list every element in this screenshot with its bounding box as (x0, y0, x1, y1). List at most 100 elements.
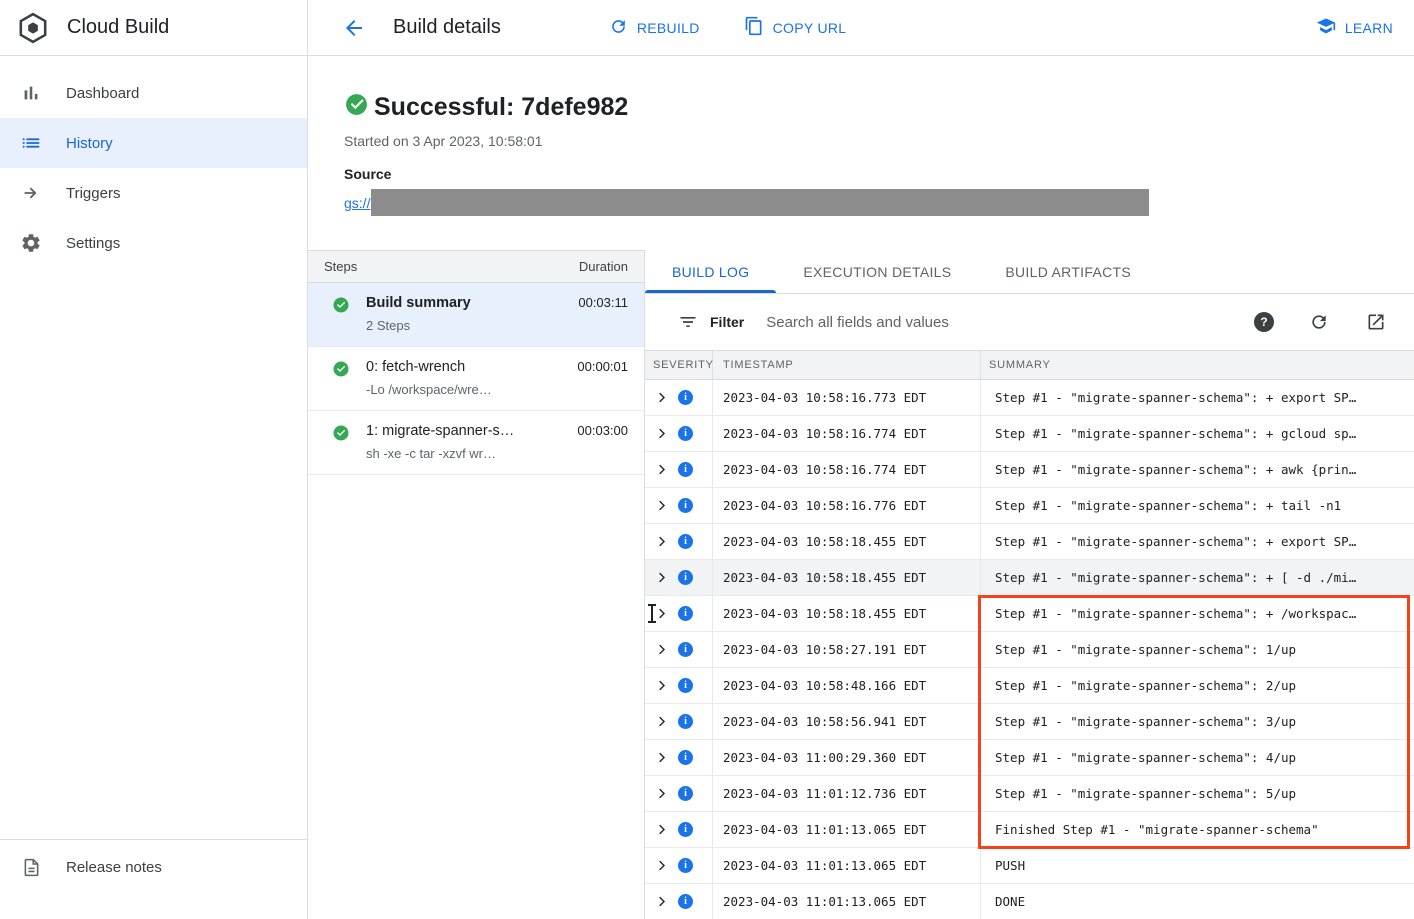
build-status-title: Successful: 7defe982 (374, 93, 628, 122)
log-summary: Finished Step #1 - "migrate-spanner-sche… (981, 812, 1414, 847)
expand-chevron-icon[interactable] (654, 498, 669, 513)
expand-chevron-icon[interactable] (654, 678, 669, 693)
sidebar-nav: Dashboard History Triggers (0, 56, 307, 268)
learn-button[interactable]: LEARN (1316, 16, 1393, 39)
info-severity-icon: i (678, 678, 693, 693)
info-severity-icon: i (678, 822, 693, 837)
log-timestamp: 2023-04-03 10:58:48.166 EDT (713, 668, 981, 703)
redacted-source-bar (371, 189, 1149, 216)
log-row[interactable]: i2023-04-03 10:58:56.941 EDTStep #1 - "m… (645, 704, 1414, 740)
log-row[interactable]: i2023-04-03 10:58:27.191 EDTStep #1 - "m… (645, 632, 1414, 668)
rebuild-button[interactable]: REBUILD (609, 17, 700, 39)
sidebar-item-dashboard[interactable]: Dashboard (0, 68, 307, 118)
copy-icon (744, 16, 764, 39)
log-summary: Step #1 - "migrate-spanner-schema": + gc… (981, 416, 1414, 451)
log-panel: BUILD LOG EXECUTION DETAILS BUILD ARTIFA… (645, 250, 1414, 919)
log-summary: Step #1 - "migrate-spanner-schema": 3/up (981, 704, 1414, 739)
sidebar-item-release-notes[interactable]: Release notes (0, 839, 307, 895)
expand-chevron-icon[interactable] (654, 426, 669, 441)
log-timestamp: 2023-04-03 11:00:29.360 EDT (713, 740, 981, 775)
log-row[interactable]: i2023-04-03 10:58:18.455 EDTStep #1 - "m… (645, 596, 1414, 632)
step-row-migrate-spanner[interactable]: 1: migrate-spanner-s… sh -xe -c tar -xzv… (308, 411, 644, 475)
log-row[interactable]: i2023-04-03 11:01:12.736 EDTStep #1 - "m… (645, 776, 1414, 812)
expand-chevron-icon[interactable] (654, 390, 669, 405)
expand-chevron-icon[interactable] (654, 858, 669, 873)
log-row[interactable]: i2023-04-03 10:58:16.774 EDTStep #1 - "m… (645, 416, 1414, 452)
log-row[interactable]: i2023-04-03 10:58:18.455 EDTStep #1 - "m… (645, 524, 1414, 560)
log-timestamp: 2023-04-03 10:58:56.941 EDT (713, 704, 981, 739)
sidebar-item-settings[interactable]: Settings (0, 218, 307, 268)
app-title: Cloud Build (67, 16, 169, 39)
summary-column-header: SUMMARY (981, 351, 1414, 379)
copy-url-button[interactable]: COPY URL (744, 16, 847, 39)
step-duration: 00:03:11 (578, 295, 628, 310)
step-row-fetch-wrench[interactable]: 0: fetch-wrench -Lo /workspace/wre… 00:0… (308, 347, 644, 411)
log-row[interactable]: i2023-04-03 11:01:13.065 EDTDONE (645, 884, 1414, 919)
sidebar-item-label: History (66, 135, 113, 152)
learn-label: LEARN (1345, 20, 1393, 36)
info-severity-icon: i (678, 570, 693, 585)
refresh-icon[interactable] (1307, 310, 1331, 334)
expand-chevron-icon[interactable] (654, 786, 669, 801)
open-in-new-icon[interactable] (1364, 310, 1388, 334)
expand-chevron-icon[interactable] (654, 462, 669, 477)
source-label: Source (344, 166, 1414, 182)
gear-icon (19, 231, 43, 255)
graduation-cap-icon (1316, 16, 1336, 39)
expand-chevron-icon[interactable] (654, 894, 669, 909)
log-summary: Step #1 - "migrate-spanner-schema": + /w… (981, 596, 1414, 631)
log-row[interactable]: i2023-04-03 10:58:16.776 EDTStep #1 - "m… (645, 488, 1414, 524)
info-severity-icon: i (678, 426, 693, 441)
expand-chevron-icon[interactable] (654, 606, 669, 621)
back-arrow-icon[interactable] (342, 16, 366, 40)
timestamp-column-header: TIMESTAMP (713, 351, 981, 379)
log-filter-bar: Filter ? (645, 294, 1414, 350)
log-summary: PUSH (981, 848, 1414, 883)
source-link[interactable]: gs:// (344, 195, 370, 211)
step-subtitle: sh -xe -c tar -xzvf wr… (366, 446, 514, 461)
tab-execution-details[interactable]: EXECUTION DETAILS (776, 250, 978, 293)
expand-chevron-icon[interactable] (654, 534, 669, 549)
release-notes-icon (19, 856, 43, 880)
expand-chevron-icon[interactable] (654, 570, 669, 585)
info-severity-icon: i (678, 894, 693, 909)
step-row-build-summary[interactable]: Build summary 2 Steps 00:03:11 (308, 283, 644, 347)
tab-build-artifacts[interactable]: BUILD ARTIFACTS (978, 250, 1158, 293)
release-notes-label: Release notes (66, 859, 162, 876)
expand-chevron-icon[interactable] (654, 750, 669, 765)
expand-chevron-icon[interactable] (654, 642, 669, 657)
filter-label: Filter (710, 314, 744, 330)
expand-chevron-icon[interactable] (654, 822, 669, 837)
detail-panels: Steps Duration Build summary 2 Steps 00:… (308, 250, 1414, 919)
steps-panel-header: Steps Duration (308, 250, 644, 283)
log-table: SEVERITY TIMESTAMP SUMMARY i2023-04-03 1… (645, 350, 1414, 919)
log-row[interactable]: i2023-04-03 10:58:18.455 EDTStep #1 - "m… (645, 560, 1414, 596)
info-severity-icon: i (678, 390, 693, 405)
help-icon[interactable]: ? (1254, 312, 1274, 332)
log-row[interactable]: i2023-04-03 10:58:48.166 EDTStep #1 - "m… (645, 668, 1414, 704)
log-table-header: SEVERITY TIMESTAMP SUMMARY (645, 350, 1414, 380)
log-timestamp: 2023-04-03 11:01:13.065 EDT (713, 812, 981, 847)
topbar: Build details REBUILD COPY URL (308, 0, 1414, 56)
history-icon (19, 131, 43, 155)
log-row[interactable]: i2023-04-03 11:00:29.360 EDTStep #1 - "m… (645, 740, 1414, 776)
log-row[interactable]: i2023-04-03 10:58:16.774 EDTStep #1 - "m… (645, 452, 1414, 488)
step-title: 0: fetch-wrench (366, 359, 492, 375)
sidebar-item-history[interactable]: History (0, 118, 307, 168)
step-subtitle: 2 Steps (366, 318, 471, 333)
log-summary: Step #1 - "migrate-spanner-schema": 1/up (981, 632, 1414, 667)
log-summary: Step #1 - "migrate-spanner-schema": + ta… (981, 488, 1414, 523)
info-severity-icon: i (678, 498, 693, 513)
sidebar-item-triggers[interactable]: Triggers (0, 168, 307, 218)
success-check-icon (344, 92, 369, 122)
info-severity-icon: i (678, 858, 693, 873)
log-row[interactable]: i2023-04-03 10:58:16.773 EDTStep #1 - "m… (645, 380, 1414, 416)
log-search-input[interactable] (764, 313, 1254, 332)
tab-build-log[interactable]: BUILD LOG (645, 250, 776, 293)
expand-chevron-icon[interactable] (654, 714, 669, 729)
log-row[interactable]: i 2023-04-03 11:01:13.065 EDTFinished Ste… (645, 812, 1414, 848)
cloud-build-logo-icon (14, 9, 52, 47)
log-rows: i2023-04-03 10:58:16.773 EDTStep #1 - "m… (645, 380, 1414, 919)
log-tabs: BUILD LOG EXECUTION DETAILS BUILD ARTIFA… (645, 250, 1414, 294)
log-row[interactable]: i2023-04-03 11:01:13.065 EDTPUSH (645, 848, 1414, 884)
